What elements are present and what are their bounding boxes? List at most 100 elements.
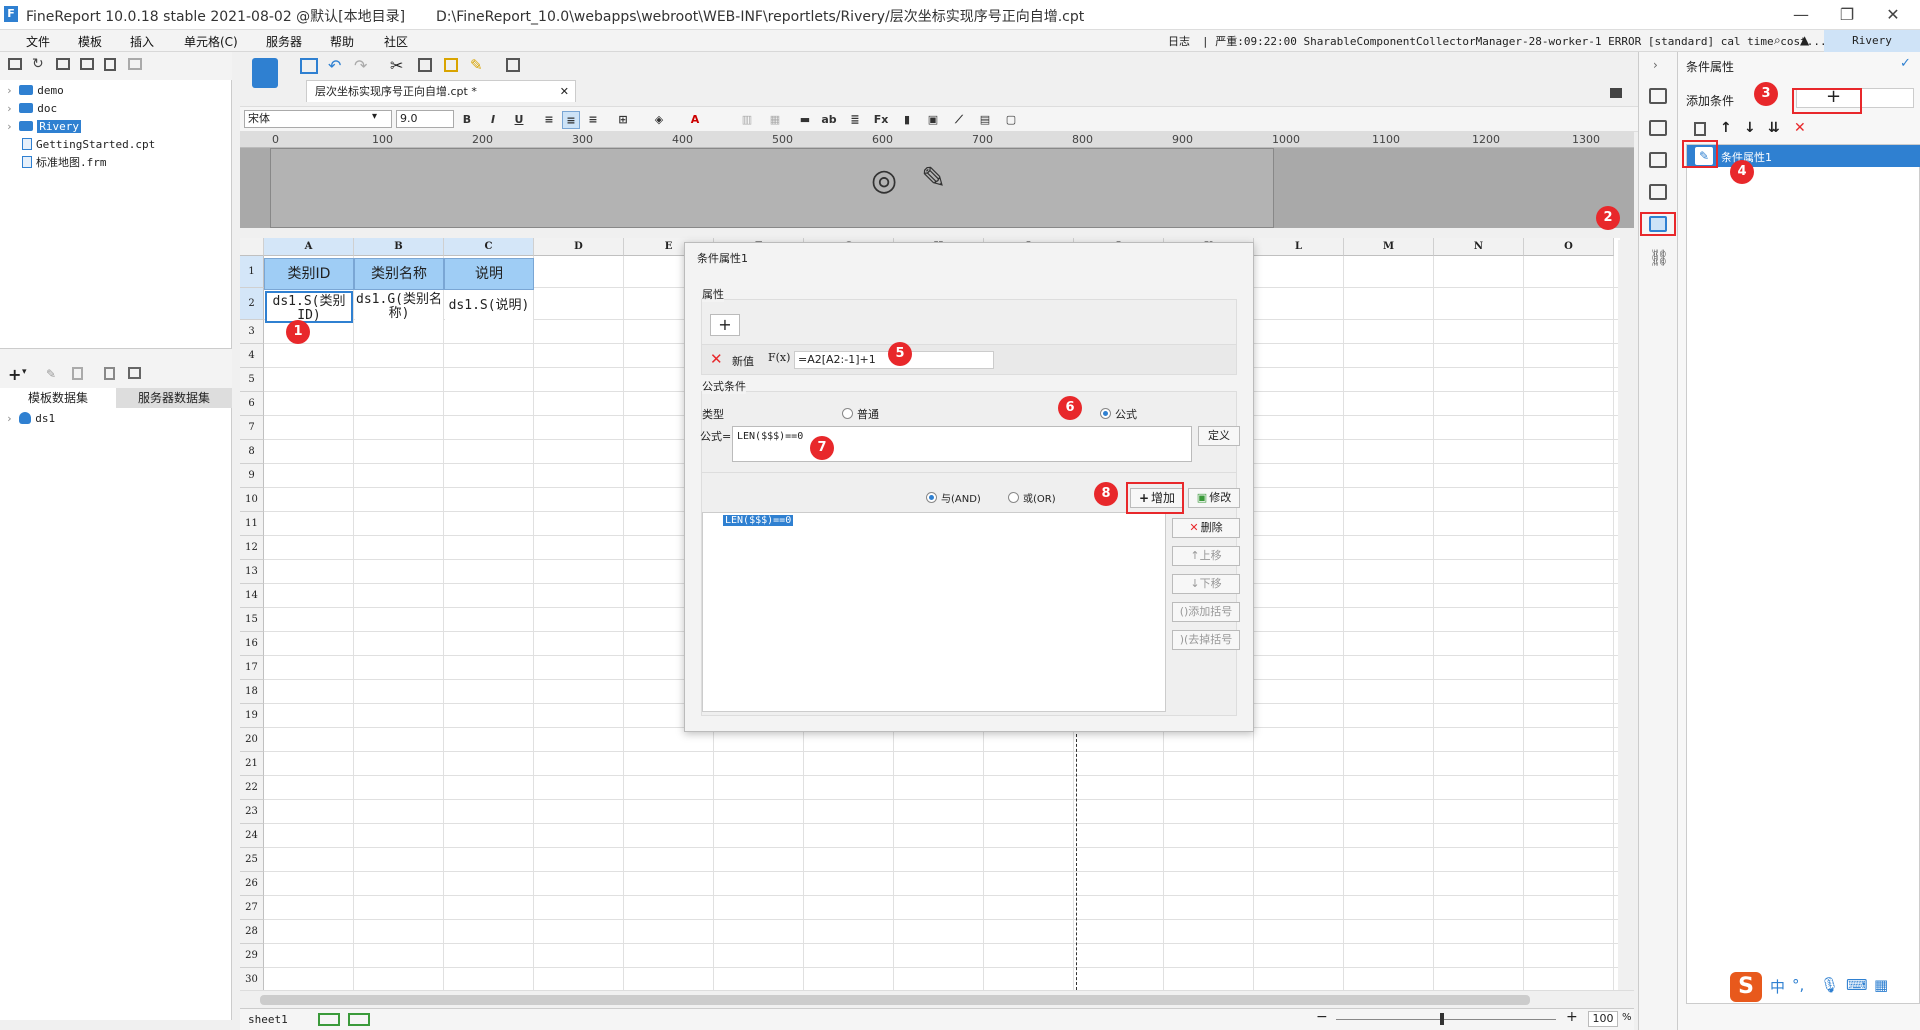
tree-item-gettingstarted[interactable]: GettingStarted.cpt	[22, 136, 155, 154]
row-header[interactable]: 6	[240, 392, 264, 416]
chart-icon[interactable]: ▮	[898, 111, 916, 129]
move-down-button[interactable]: ↓下移	[1172, 574, 1240, 594]
check-icon[interactable]: ✓	[1900, 56, 1911, 71]
preview-icon[interactable]	[104, 367, 115, 380]
add-bracket-button[interactable]: ()添加括号	[1172, 602, 1240, 622]
row-header[interactable]: 17	[240, 656, 264, 680]
unmerge-icon[interactable]: ▦	[766, 111, 784, 129]
row-header[interactable]: 11	[240, 512, 264, 536]
tree-item-rivery[interactable]: › Rivery	[6, 118, 81, 136]
formula-input[interactable]: LEN($$$)==0	[732, 426, 1192, 462]
cell-b2[interactable]: ds1.G(类别名称)	[355, 291, 443, 323]
grid-menu-icon[interactable]: ▦	[1874, 976, 1888, 994]
tree-item-doc[interactable]: › doc	[6, 100, 57, 118]
row-header[interactable]: 25	[240, 848, 264, 872]
image-icon[interactable]: ▣	[924, 111, 942, 129]
add-sheet-icon[interactable]	[318, 1013, 340, 1026]
row-header[interactable]: 2	[240, 288, 264, 320]
row-header[interactable]: 14	[240, 584, 264, 608]
row-height-icon[interactable]: ▬	[796, 111, 814, 129]
row-header[interactable]: 3	[240, 320, 264, 344]
border-icon[interactable]: ⊞	[614, 111, 632, 129]
type-normal-radio[interactable]: 普通	[842, 406, 879, 422]
paragraph-icon[interactable]: ≣	[846, 111, 864, 129]
delete-icon[interactable]	[104, 58, 116, 71]
add-dataset-icon[interactable]: +	[8, 365, 21, 384]
select-all-corner[interactable]	[240, 238, 264, 256]
keyboard-icon[interactable]: ⌨	[1846, 976, 1868, 994]
remove-bracket-button[interactable]: )(去掉括号	[1172, 630, 1240, 650]
ime-lang-icon[interactable]: 中	[1770, 976, 1785, 997]
add-attribute-button[interactable]: +	[710, 314, 740, 336]
sheet-tab[interactable]: sheet1	[248, 1013, 288, 1026]
add-poly-sheet-icon[interactable]	[348, 1013, 370, 1026]
condition-item[interactable]: ✎ 条件属性1	[1687, 145, 1920, 167]
new-folder-icon[interactable]	[8, 58, 22, 70]
chevron-down-icon[interactable]: ▾	[22, 367, 27, 377]
hyperlink-icon[interactable]: ⛓	[1649, 248, 1669, 267]
parameter-icon[interactable]	[506, 58, 520, 72]
column-header[interactable]: B	[354, 238, 444, 256]
horizontal-scrollbar[interactable]	[240, 990, 1634, 1008]
minimize-button[interactable]: —	[1778, 2, 1824, 28]
zoom-slider-track[interactable]	[1336, 1019, 1556, 1020]
menu-template[interactable]: 模板	[78, 33, 102, 50]
condition-list-item[interactable]: LEN($$$)==0	[723, 515, 794, 526]
align-center-icon[interactable]: ≡	[562, 111, 580, 129]
refresh-icon[interactable]: ↻	[32, 56, 44, 72]
cell-element-icon[interactable]	[1649, 88, 1667, 104]
tab-template-dataset[interactable]: 模板数据集	[0, 388, 116, 408]
row-header[interactable]: 4	[240, 344, 264, 368]
text-icon[interactable]: ab	[820, 111, 838, 129]
merge-icon[interactable]: ▥	[738, 111, 756, 129]
template-logo-icon[interactable]	[252, 58, 278, 88]
column-header[interactable]: M	[1344, 238, 1434, 256]
dataset-param-icon[interactable]	[128, 367, 141, 379]
modify-button[interactable]: ▣ 修改	[1188, 488, 1240, 508]
zoom-slider-thumb[interactable]	[1440, 1013, 1444, 1025]
column-header[interactable]: L	[1254, 238, 1344, 256]
row-header[interactable]: 20	[240, 728, 264, 752]
float-element-icon[interactable]	[1649, 152, 1667, 168]
align-left-icon[interactable]: ≡	[540, 111, 558, 129]
tree-item-map[interactable]: 标准地图.frm	[22, 154, 107, 172]
tab-server-dataset[interactable]: 服务器数据集	[116, 388, 232, 408]
row-header[interactable]: 16	[240, 632, 264, 656]
row-header[interactable]: 10	[240, 488, 264, 512]
restore-button[interactable]: ❐	[1824, 2, 1870, 28]
editor-tab[interactable]: 层次坐标实现序号正向自增.cpt * ✕	[306, 80, 576, 102]
fill-color-icon[interactable]: ◈	[650, 111, 668, 129]
edit-icon[interactable]: ✎	[46, 367, 56, 381]
dataset-item-ds1[interactable]: › ds1	[6, 410, 55, 428]
cell-c2[interactable]: ds1.S(说明)	[445, 291, 533, 323]
column-header[interactable]: N	[1434, 238, 1524, 256]
column-header[interactable]: D	[534, 238, 624, 256]
save-icon[interactable]	[300, 58, 318, 74]
undo-icon[interactable]: ↶	[328, 56, 341, 75]
row-header[interactable]: 19	[240, 704, 264, 728]
cell-a2[interactable]: ds1.S(类别ID)	[265, 291, 353, 323]
underline-button[interactable]: U	[510, 111, 528, 129]
pencil-icon[interactable]: ✎	[921, 161, 946, 196]
cut-icon[interactable]: ✂	[390, 56, 403, 75]
vertical-scrollbar[interactable]	[1618, 240, 1632, 990]
menu-server[interactable]: 服务器	[266, 33, 302, 50]
tree-item-demo[interactable]: › demo	[6, 82, 64, 100]
column-header[interactable]: O	[1524, 238, 1614, 256]
font-size-select[interactable]: 9.0	[396, 110, 454, 128]
eye-off-icon[interactable]: ◎	[871, 163, 897, 198]
condition-list-box[interactable]: LEN($$$)==0	[702, 512, 1166, 712]
menu-cell[interactable]: 单元格(C)	[184, 33, 238, 50]
rename-icon[interactable]	[80, 58, 94, 70]
copy-condition-icon[interactable]	[1694, 122, 1706, 136]
zoom-input[interactable]: 100	[1588, 1011, 1618, 1027]
menu-help[interactable]: 帮助	[330, 33, 354, 50]
paste-icon[interactable]	[444, 58, 458, 72]
redo-icon[interactable]: ↷	[354, 56, 367, 75]
remove-attr-icon[interactable]: ✕	[710, 350, 723, 368]
row-header[interactable]: 29	[240, 944, 264, 968]
menu-community[interactable]: 社区	[384, 33, 408, 50]
move-bottom-icon[interactable]: ⇊	[1768, 120, 1780, 136]
collapse-arrow-icon[interactable]: ›	[1653, 58, 1658, 72]
row-header[interactable]: 28	[240, 920, 264, 944]
